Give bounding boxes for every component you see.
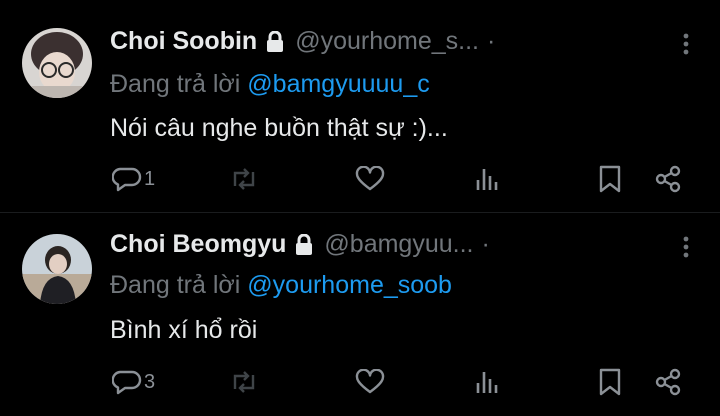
views-icon	[474, 369, 502, 395]
post-header: Choi Beomgyu @bamgyuu... ·	[110, 230, 490, 259]
share-button[interactable]	[653, 164, 683, 194]
display-name[interactable]: Choi Beomgyu	[110, 230, 286, 258]
reply-mention[interactable]: @bamgyuuuu_c	[247, 70, 429, 98]
reply-count: 1	[144, 167, 156, 190]
reply-icon	[112, 369, 142, 395]
bookmark-icon	[597, 367, 623, 397]
more-icon[interactable]	[676, 32, 696, 56]
repost-button[interactable]	[228, 166, 260, 192]
post-soobin[interactable]: Choi Soobin @yourhome_s... · Đang trả lời …	[0, 0, 720, 210]
heart-icon	[355, 369, 385, 395]
bookmark-button[interactable]	[597, 367, 623, 397]
views-button[interactable]	[474, 369, 502, 395]
user-handle[interactable]: @bamgyuu...	[324, 230, 473, 258]
share-icon	[653, 367, 683, 397]
more-icon[interactable]	[676, 235, 696, 259]
separator-dot: ·	[481, 230, 490, 258]
post-text: Bình xí hổ rồi	[110, 316, 258, 344]
lock-icon	[294, 234, 314, 256]
repost-button[interactable]	[228, 369, 260, 395]
reply-prefix: Đang trả lời	[110, 271, 241, 299]
avatar[interactable]	[22, 28, 92, 98]
bookmark-button[interactable]	[597, 164, 623, 194]
reply-mention[interactable]: @yourhome_soob	[247, 271, 452, 299]
views-icon	[474, 166, 502, 192]
post-beomgyu[interactable]: Choi Beomgyu @bamgyuu... · Đang trả lời @y…	[0, 212, 720, 416]
repost-icon	[228, 166, 260, 192]
separator-dot: ·	[487, 27, 496, 55]
reply-context: Đang trả lời @bamgyuuuu_c	[110, 70, 430, 99]
avatar[interactable]	[22, 234, 92, 304]
post-header: Choi Soobin @yourhome_s... ·	[110, 27, 495, 56]
repost-icon	[228, 369, 260, 395]
reply-button[interactable]: 1	[112, 166, 155, 192]
heart-icon	[355, 166, 385, 192]
share-button[interactable]	[653, 367, 683, 397]
post-text: Nói câu nghe buồn thật sự :)...	[110, 114, 448, 142]
lock-icon	[265, 31, 285, 53]
display-name[interactable]: Choi Soobin	[110, 27, 257, 55]
reply-icon	[112, 166, 142, 192]
like-button[interactable]	[355, 369, 385, 395]
reply-context: Đang trả lời @yourhome_soob	[110, 271, 452, 300]
reply-prefix: Đang trả lời	[110, 70, 241, 98]
views-button[interactable]	[474, 166, 502, 192]
user-handle[interactable]: @yourhome_s...	[295, 27, 479, 55]
reply-count: 3	[144, 370, 156, 393]
share-icon	[653, 164, 683, 194]
bookmark-icon	[597, 164, 623, 194]
reply-button[interactable]: 3	[112, 369, 155, 395]
like-button[interactable]	[355, 166, 385, 192]
